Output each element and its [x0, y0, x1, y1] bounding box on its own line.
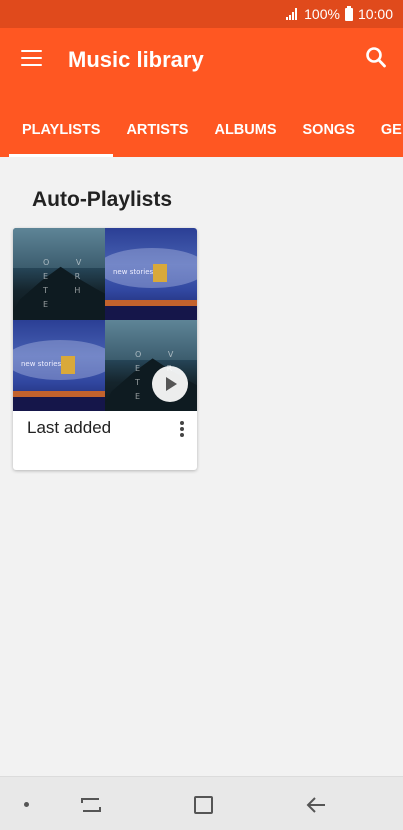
system-nav-bar	[0, 776, 403, 830]
tab-songs[interactable]: SONGS	[290, 116, 368, 157]
signal-icon	[286, 8, 298, 20]
album-art-text: new stories	[21, 360, 62, 368]
nav-dot-icon[interactable]	[24, 802, 29, 807]
battery-percent: 100%	[304, 6, 340, 22]
menu-icon[interactable]	[21, 50, 42, 66]
album-art-tile: new stories	[105, 228, 197, 320]
playlist-card-last-added[interactable]: O V E R T H E new stories new stories O …	[13, 228, 197, 470]
section-title: Auto-Playlists	[32, 188, 173, 211]
tab-albums[interactable]: ALBUMS	[201, 116, 289, 157]
tab-playlists[interactable]: PLAYLISTS	[9, 116, 114, 157]
recent-apps-icon[interactable]	[79, 795, 103, 815]
album-art-tile: new stories	[13, 320, 105, 411]
more-vert-icon[interactable]	[178, 419, 186, 439]
app-bar: Music library PLAYLISTS ARTISTS ALBUMS S…	[0, 28, 403, 157]
playlist-label: Last added	[27, 418, 112, 437]
album-art-tile: O V E R T H E	[105, 320, 197, 411]
tab-artists[interactable]: ARTISTS	[113, 116, 201, 157]
back-icon[interactable]	[305, 795, 327, 815]
home-icon[interactable]	[194, 796, 213, 814]
play-icon[interactable]	[152, 366, 188, 402]
clock: 10:00	[357, 6, 393, 22]
status-bar: 100% 10:00	[0, 0, 403, 28]
tab-genres[interactable]: GE	[368, 116, 403, 157]
album-art-text: new stories	[113, 268, 154, 276]
page-title: Music library	[68, 47, 204, 72]
album-art-text: O V E R T H E	[43, 258, 94, 309]
album-art-tile: O V E R T H E	[13, 228, 105, 320]
search-icon[interactable]	[365, 46, 387, 70]
tab-bar: PLAYLISTS ARTISTS ALBUMS SONGS GE	[9, 116, 403, 157]
battery-icon	[344, 5, 353, 21]
